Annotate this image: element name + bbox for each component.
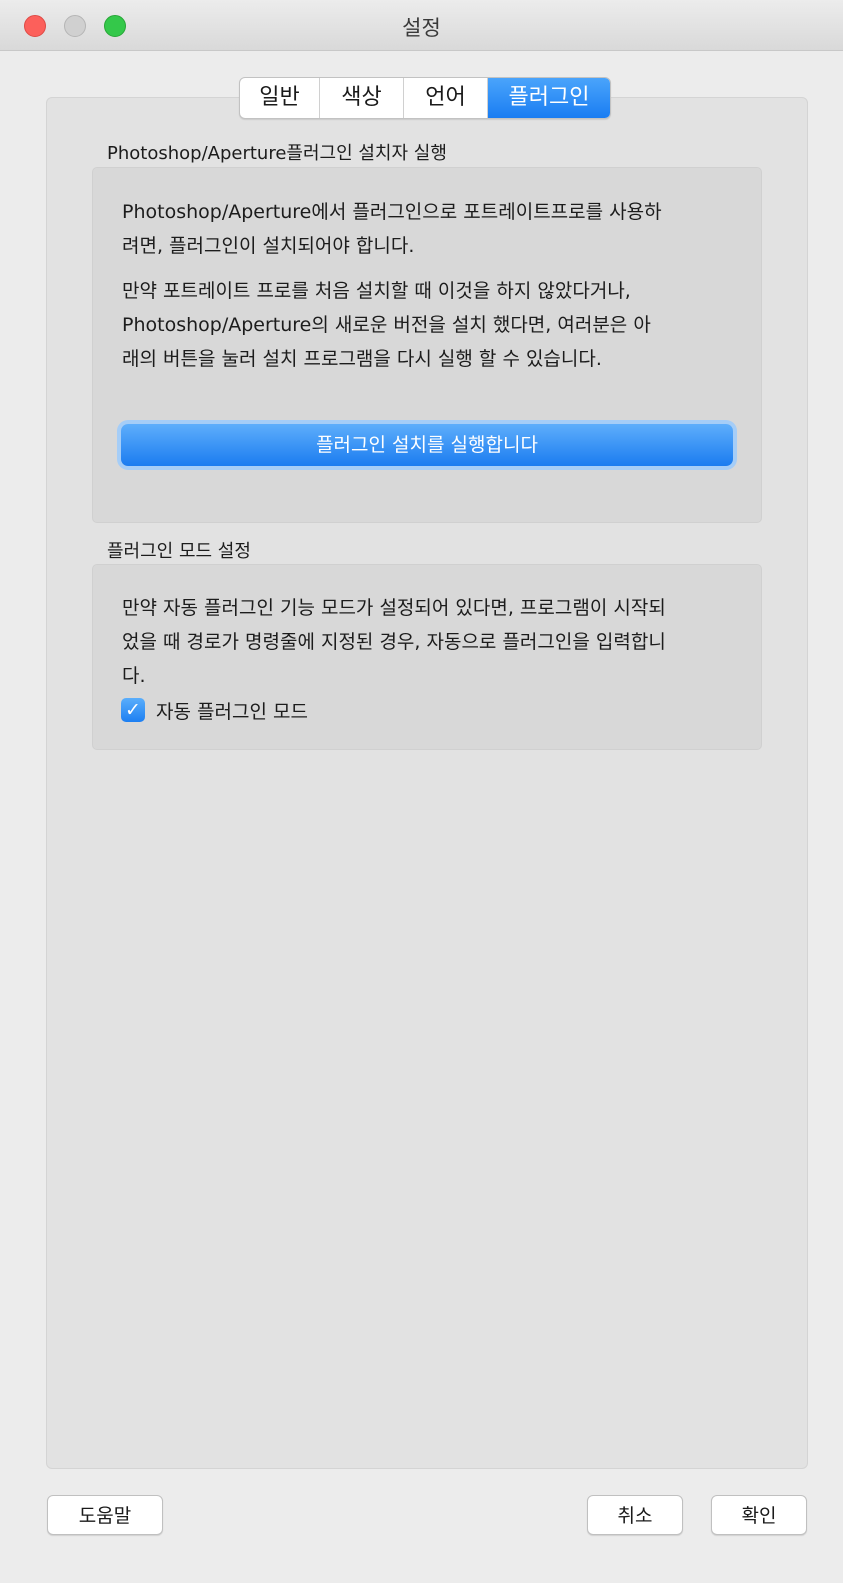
- installer-description-line: Photoshop/Aperture의 새로운 버전을 설치 했다면, 여러분은…: [122, 314, 651, 336]
- installer-description-line: 만약 포트레이트 프로를 처음 설치할 때 이것을 하지 않았다거나,: [122, 280, 631, 302]
- tab-bar: 일반 색상 언어 플러그인: [239, 77, 611, 119]
- window-title: 설정: [402, 16, 441, 40]
- plugin-mode-description-line: 다.: [122, 665, 146, 687]
- plugin-mode-description-line: 었을 때 경로가 명령줄에 지정된 경우, 자동으로 플러그인을 입력합니: [122, 631, 666, 653]
- installer-description-line: 려면, 플러그인이 설치되어야 합니다.: [122, 235, 415, 257]
- auto-plugin-mode-label[interactable]: 자동 플러그인 모드: [156, 697, 308, 724]
- ok-button[interactable]: 확인: [711, 1495, 807, 1535]
- plugin-mode-description-line: 만약 자동 플러그인 기능 모드가 설정되어 있다면, 프로그램이 시작되: [122, 597, 666, 619]
- preferences-window: 설정 일반 색상 언어 플러그인 Photoshop/Aperture플러그인 …: [0, 0, 843, 1583]
- help-button[interactable]: 도움말: [47, 1495, 163, 1535]
- tab-general[interactable]: 일반: [240, 78, 320, 118]
- tab-language[interactable]: 언어: [404, 78, 488, 118]
- plugin-mode-section-heading: 플러그인 모드 설정: [107, 541, 251, 562]
- run-plugin-installer-button[interactable]: 플러그인 설치를 실행합니다: [121, 424, 733, 466]
- installer-description-line: 래의 버튼을 눌러 설치 프로그램을 다시 실행 할 수 있습니다.: [122, 348, 602, 370]
- tab-color[interactable]: 색상: [320, 78, 404, 118]
- cancel-button[interactable]: 취소: [587, 1495, 683, 1535]
- title-bar: 설정: [0, 0, 843, 51]
- tab-plugin[interactable]: 플러그인: [488, 78, 610, 118]
- installer-section-heading: Photoshop/Aperture플러그인 설치자 실행: [107, 143, 447, 164]
- installer-description-line: Photoshop/Aperture에서 플러그인으로 포트레이트프로를 사용하: [122, 201, 662, 223]
- auto-plugin-mode-checkbox[interactable]: ✓: [121, 698, 145, 722]
- checkmark-icon: ✓: [125, 699, 141, 721]
